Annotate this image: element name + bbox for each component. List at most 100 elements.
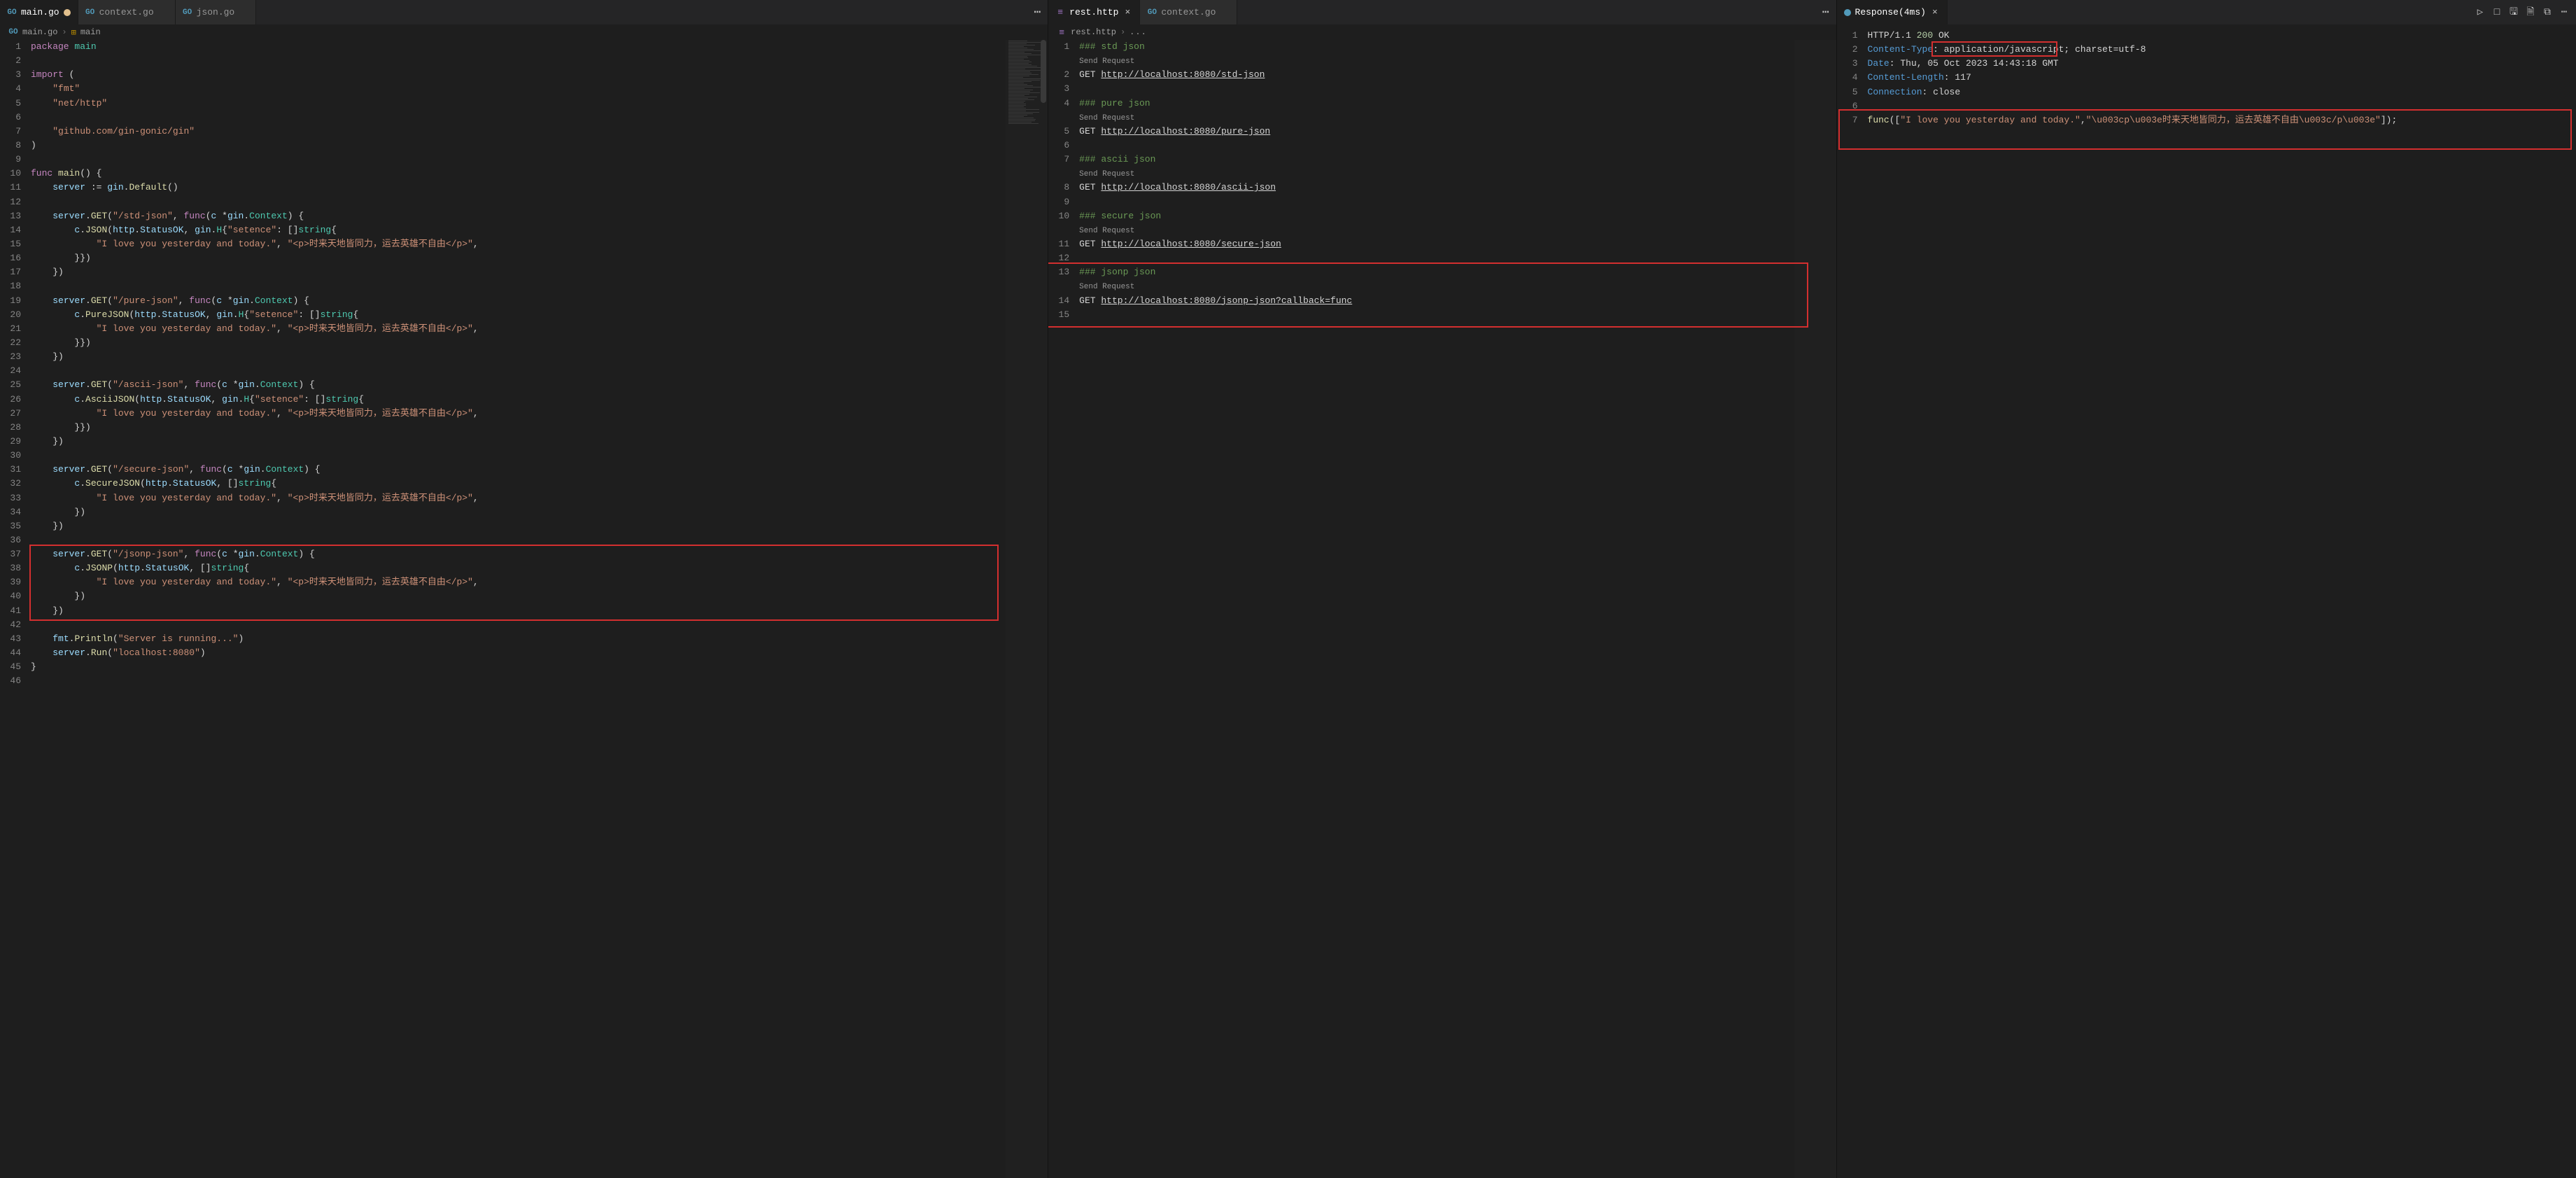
copy-icon[interactable]: ⧉ [2541,6,2554,19]
code-area[interactable]: ### std json Send Request GET http://local… [1079,40,1836,1178]
tab-response[interactable]: Response(4ms) × [1837,0,1948,24]
code-line[interactable]: } [31,660,1042,674]
more-icon[interactable]: ⋯ [1034,7,1041,18]
code-line[interactable]: c.JSON(http.StatusOK, gin.H{"setence": [… [31,223,1042,237]
file-icon[interactable]: 🗎 [2524,6,2537,19]
code-line[interactable]: "github.com/gin-gonic/gin" [31,125,1042,139]
code-line[interactable]: func(["I love you yesterday and today.",… [1868,113,2570,127]
code-line[interactable]: "fmt" [31,82,1042,96]
code-line[interactable]: Connection: close [1868,85,2570,99]
more-icon[interactable]: ⋯ [2558,6,2570,19]
code-line[interactable] [31,279,1042,293]
code-line[interactable]: server.GET("/jsonp-json", func(c *gin.Co… [31,547,1042,561]
code-line[interactable]: Send Request [1079,54,1830,68]
code-line[interactable] [31,54,1042,68]
code-line[interactable]: server.GET("/ascii-json", func(c *gin.Co… [31,378,1042,392]
code-line[interactable] [31,533,1042,547]
close-icon[interactable]: × [1122,7,1132,17]
tab-rest-http[interactable]: ≡rest.http× [1048,0,1140,24]
code-line[interactable] [1868,99,2570,113]
code-line[interactable] [31,364,1042,378]
code-line[interactable] [31,111,1042,125]
more-icon[interactable]: ⋯ [1822,7,1829,18]
code-line[interactable] [31,674,1042,688]
tab-json-go[interactable]: GOjson.go× [176,0,257,24]
code-line[interactable]: Content-Type: application/javascript; ch… [1868,43,2570,57]
breadcrumb[interactable]: GO main.go › ⊞ main [0,24,1048,40]
code-line[interactable] [1079,82,1830,96]
code-line[interactable]: Send Request [1079,111,1830,125]
code-line[interactable]: ### ascii json [1079,153,1830,167]
code-line[interactable] [31,618,1042,632]
code-line[interactable]: "net/http" [31,97,1042,111]
code-line[interactable]: server.GET("/std-json", func(c *gin.Cont… [31,209,1042,223]
code-line[interactable] [31,449,1042,463]
code-line[interactable]: }) [31,589,1042,603]
code-line[interactable]: fmt.Println("Server is running...") [31,632,1042,646]
code-line[interactable]: }) [31,505,1042,519]
code-line[interactable]: import ( [31,68,1042,82]
code-line[interactable] [1079,308,1830,322]
code-line[interactable]: }) [31,435,1042,449]
code-line[interactable]: ### std json [1079,40,1830,54]
send-request-link[interactable]: Send Request [1079,57,1134,66]
code-line[interactable]: }}) [31,251,1042,265]
save-icon[interactable]: 🖫 [2507,6,2520,19]
code-line[interactable]: "I love you yesterday and today.", "<p>时… [31,322,1042,336]
code-line[interactable]: }) [31,265,1042,279]
code-line[interactable]: Send Request [1079,167,1830,181]
code-line[interactable] [31,153,1042,167]
send-request-link[interactable]: Send Request [1079,227,1134,235]
scrollbar[interactable] [1039,40,1048,1178]
code-line[interactable]: "I love you yesterday and today.", "<p>时… [31,491,1042,505]
code-line[interactable]: }) [31,519,1042,533]
code-line[interactable]: ### jsonp json [1079,265,1830,279]
code-line[interactable]: }) [31,350,1042,364]
code-line[interactable] [31,195,1042,209]
run-icon[interactable]: ▷ [2474,6,2486,19]
code-line[interactable]: }) [31,604,1042,618]
send-request-link[interactable]: Send Request [1079,114,1134,122]
code-area[interactable]: package main import ( "fmt" "net/http" "… [31,40,1048,1178]
code-line[interactable]: Date: Thu, 05 Oct 2023 14:43:18 GMT [1868,57,2570,71]
response-body[interactable]: HTTP/1.1 200 OKContent-Type: application… [1868,29,2576,1178]
code-line[interactable]: GET http://localhost:8080/jsonp-json?cal… [1079,294,1830,308]
code-line[interactable]: func main() { [31,167,1042,181]
code-line[interactable]: GET http://localhost:8080/std-json [1079,68,1830,82]
send-request-link[interactable]: Send Request [1079,170,1134,178]
code-editor[interactable]: 123456789101112131415 ### std jsonSend R… [1048,40,1836,1178]
code-line[interactable]: GET http://localhost:8080/secure-json [1079,237,1830,251]
send-request-link[interactable]: Send Request [1079,283,1134,291]
code-line[interactable] [1079,251,1830,265]
code-line[interactable]: GET http://localhost:8080/ascii-json [1079,181,1830,195]
code-line[interactable]: package main [31,40,1042,54]
code-line[interactable]: server.GET("/secure-json", func(c *gin.C… [31,463,1042,477]
response-viewer[interactable]: 1234567 HTTP/1.1 200 OKContent-Type: app… [1837,24,2576,1178]
code-line[interactable] [1079,139,1830,153]
tab-context-go[interactable]: GOcontext.go× [78,0,176,24]
breadcrumb[interactable]: ≡ rest.http › ... [1048,24,1836,40]
code-line[interactable]: }}) [31,336,1042,350]
code-line[interactable]: "I love you yesterday and today.", "<p>时… [31,237,1042,251]
stop-icon[interactable]: □ [2491,6,2503,19]
close-icon[interactable]: × [1930,7,1940,17]
code-line[interactable]: Send Request [1079,279,1830,293]
code-line[interactable]: c.SecureJSON(http.StatusOK, []string{ [31,477,1042,491]
code-line[interactable]: server := gin.Default() [31,181,1042,195]
code-line[interactable] [1079,195,1830,209]
code-line[interactable]: Send Request [1079,223,1830,237]
tab-context-go[interactable]: GOcontext.go× [1140,0,1237,24]
code-line[interactable]: GET http://localhost:8080/pure-json [1079,125,1830,139]
code-line[interactable]: server.GET("/pure-json", func(c *gin.Con… [31,294,1042,308]
code-line[interactable]: Content-Length: 117 [1868,71,2570,85]
code-line[interactable]: ) [31,139,1042,153]
code-line[interactable]: "I love you yesterday and today.", "<p>时… [31,575,1042,589]
code-line[interactable]: server.Run("localhost:8080") [31,646,1042,660]
tab-main-go[interactable]: GOmain.go [0,0,78,24]
code-editor[interactable]: 1234567891011121314151617181920212223242… [0,40,1048,1178]
code-line[interactable]: }}) [31,421,1042,435]
code-line[interactable]: c.AsciiJSON(http.StatusOK, gin.H{"setenc… [31,393,1042,407]
code-line[interactable]: c.PureJSON(http.StatusOK, gin.H{"setence… [31,308,1042,322]
code-line[interactable]: HTTP/1.1 200 OK [1868,29,2570,43]
code-line[interactable]: ### pure json [1079,97,1830,111]
